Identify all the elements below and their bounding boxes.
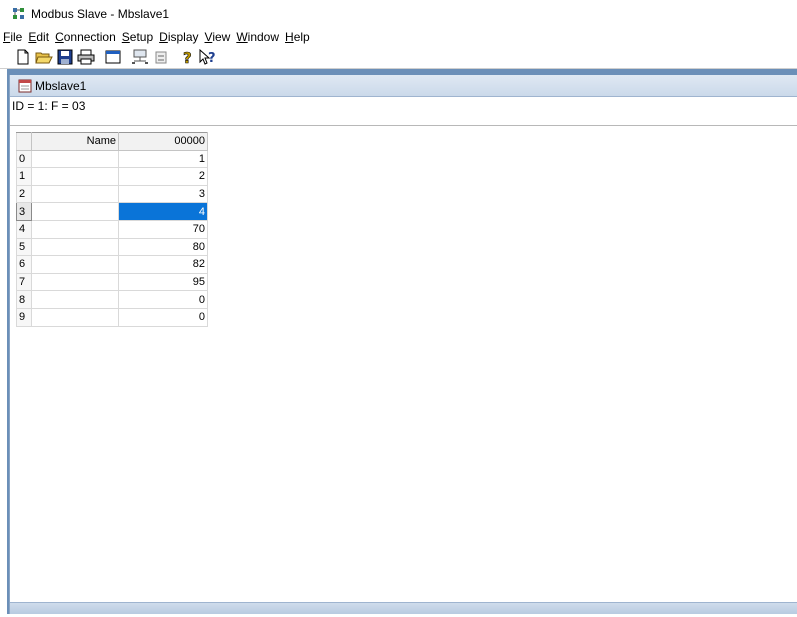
menu-connection[interactable]: Connection	[55, 30, 116, 44]
table-row: 90	[16, 307, 208, 327]
row-index[interactable]: 7	[16, 272, 32, 292]
document-icon	[18, 79, 32, 93]
register-value-cell[interactable]: 1	[118, 149, 208, 169]
window-icon[interactable]	[103, 47, 123, 67]
register-name-cell[interactable]	[31, 290, 119, 309]
slave-id-function-label: ID = 1: F = 03	[12, 99, 86, 113]
modbus-app-icon[interactable]	[12, 7, 26, 21]
help-icon[interactable]: ?	[178, 47, 198, 67]
menu-setup[interactable]: Setup	[122, 30, 153, 44]
column-header-address[interactable]: 00000	[118, 132, 208, 151]
row-index[interactable]: 8	[16, 290, 32, 309]
menu-edit[interactable]: Edit	[28, 30, 49, 44]
register-value-cell[interactable]: 95	[118, 272, 208, 292]
print-icon[interactable]	[76, 47, 96, 67]
register-name-cell[interactable]	[31, 149, 119, 169]
row-index[interactable]: 1	[16, 167, 32, 186]
row-index[interactable]: 0	[16, 149, 32, 169]
menu-connection-rest: onnection	[63, 29, 116, 44]
save-icon[interactable]	[55, 47, 75, 67]
title-bar[interactable]: Modbus Slave - Mbslave1	[0, 0, 797, 28]
menu-file-rest: ile	[10, 29, 23, 44]
register-value-cell[interactable]: 70	[118, 219, 208, 239]
toolbar: ? ?	[0, 45, 797, 69]
table-row: 12	[16, 167, 208, 186]
register-name-cell[interactable]	[31, 237, 119, 257]
new-icon[interactable]	[13, 47, 33, 67]
row-index-selected[interactable]: 3	[16, 202, 32, 221]
register-name-cell[interactable]	[31, 255, 119, 274]
grid-corner-cell[interactable]	[16, 132, 32, 151]
register-table: Name 00000 01 12 23 34 4 70 5 80 6 82 7 95 8…	[16, 132, 208, 327]
window-title: Modbus Slave - Mbslave1	[31, 7, 170, 21]
connect-icon[interactable]	[130, 47, 150, 67]
info-panel: ID = 1: F = 03	[10, 97, 797, 126]
menu-setup-rest: etup	[129, 29, 154, 44]
register-name-cell[interactable]	[31, 219, 119, 239]
menu-view-rest: iew	[212, 29, 231, 44]
row-index[interactable]: 4	[16, 219, 32, 239]
table-row: 4 70	[16, 219, 208, 239]
table-row: 01	[16, 149, 208, 169]
register-value-cell[interactable]: 82	[118, 255, 208, 274]
table-row: 80	[16, 290, 208, 309]
row-index[interactable]: 6	[16, 255, 32, 274]
register-name-cell[interactable]	[31, 202, 119, 221]
context-help-icon[interactable]: ?	[199, 47, 219, 67]
child-window-title: Mbslave1	[35, 78, 87, 93]
register-name-cell[interactable]	[31, 184, 119, 204]
column-header-name[interactable]: Name	[31, 132, 119, 151]
svg-text:?: ?	[183, 49, 192, 65]
register-value-cell[interactable]: 0	[118, 307, 208, 327]
menu-bar: File Edit Connection Setup Display View …	[0, 28, 797, 45]
child-title-bar[interactable]: Mbslave1	[10, 75, 797, 97]
mdi-client-area: Mbslave1 ID = 1: F = 03 Name 00000 01 12…	[7, 69, 797, 614]
menu-display-accel: D	[159, 29, 168, 44]
register-table-body: 01 12 23 34 4 70 5 80 6 82 7 95 80 90	[16, 149, 208, 327]
svg-text:?: ?	[208, 51, 216, 65]
register-value-cell[interactable]: 80	[118, 237, 208, 257]
table-header-row: Name 00000	[16, 132, 208, 151]
row-index[interactable]: 5	[16, 237, 32, 257]
child-window-bottom-border	[10, 602, 797, 614]
menu-help[interactable]: Help	[285, 30, 310, 44]
table-row: 6 82	[16, 255, 208, 274]
disconnect-icon[interactable]	[151, 47, 171, 67]
menu-view[interactable]: View	[205, 30, 231, 44]
menu-setup-accel: S	[121, 29, 130, 44]
table-row: 34	[16, 202, 208, 221]
menu-connection-accel: C	[55, 29, 64, 44]
menu-window-rest: indow	[247, 29, 280, 44]
menu-display-rest: isplay	[167, 29, 199, 44]
table-row: 23	[16, 184, 208, 204]
row-index[interactable]: 9	[16, 307, 32, 327]
register-name-cell[interactable]	[31, 272, 119, 292]
child-window[interactable]: Mbslave1 ID = 1: F = 03 Name 00000 01 12…	[9, 75, 797, 614]
register-name-cell[interactable]	[31, 307, 119, 327]
menu-display[interactable]: Display	[159, 30, 198, 44]
register-value-cell[interactable]: 2	[118, 167, 208, 186]
menu-help-rest: elp	[293, 29, 310, 44]
menu-window[interactable]: Window	[236, 30, 279, 44]
row-index[interactable]: 2	[16, 184, 32, 204]
table-row: 7 95	[16, 272, 208, 292]
register-grid-area[interactable]: Name 00000 01 12 23 34 4 70 5 80 6 82 7 95 8…	[10, 126, 797, 602]
register-value-cell[interactable]: 0	[118, 290, 208, 309]
menu-help-accel: H	[285, 29, 294, 44]
menu-edit-rest: dit	[36, 29, 50, 44]
open-icon[interactable]	[34, 47, 54, 67]
menu-file[interactable]: File	[3, 30, 22, 44]
register-name-cell[interactable]	[31, 167, 119, 186]
register-value-cell-selected[interactable]: 4	[118, 202, 208, 221]
register-value-cell[interactable]: 3	[118, 184, 208, 204]
table-row: 5 80	[16, 237, 208, 257]
menu-window-accel: W	[236, 29, 248, 44]
